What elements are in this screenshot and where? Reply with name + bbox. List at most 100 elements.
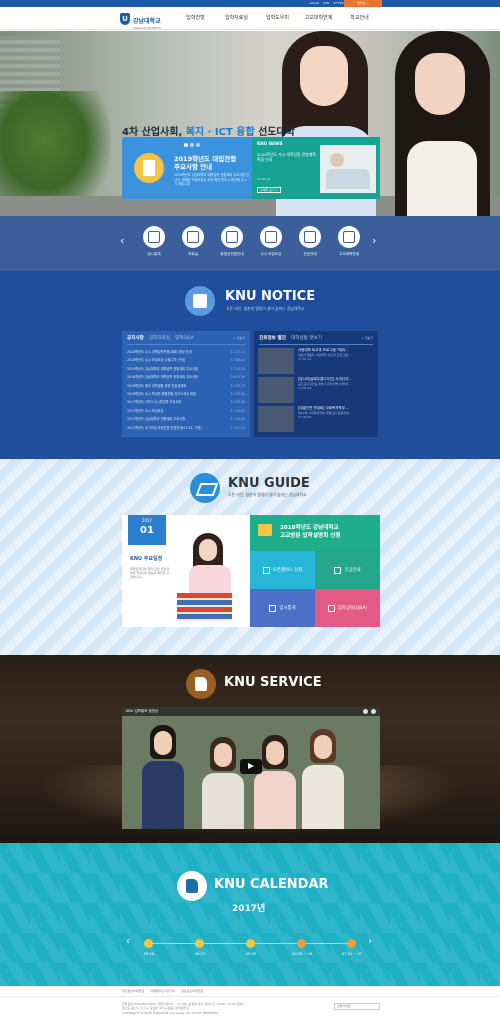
promo-video-player[interactable]: KNU 입학홍보 동영상 (122, 707, 380, 829)
tab-career-info[interactable]: 진로정보 별진 (259, 335, 286, 341)
clock-icon[interactable] (363, 709, 368, 714)
chat-icon (327, 604, 335, 612)
quick-item-video-guide[interactable]: 동영상전형안내 (218, 226, 246, 257)
gallery-more-link[interactable]: + 더보기 (361, 336, 373, 340)
notice-panel: 공지사항 입학자료실 입학Q&A + 더보기 2018학년도 수시 대학입학전형… (122, 331, 250, 437)
university-logo[interactable]: U 강남대학교 KANGNAM UNIVERSITY (120, 12, 162, 30)
related-sites-select[interactable]: 관련사이트 (334, 1003, 380, 1010)
list-item[interactable]: 2017학년도 2학기 수시편입학 모집요강 17.05.08 (127, 398, 245, 406)
news-more-button[interactable]: 자세히 보기 > (257, 187, 281, 193)
admission-slide-card[interactable]: 2019학년도 대입전형 주요사항 안내 2019학년도 강남대학교 대학입학 … (122, 137, 252, 199)
timeline-dot[interactable] (297, 939, 306, 948)
slide-pagination[interactable] (184, 143, 200, 147)
quick-next-arrow-icon[interactable]: › (372, 234, 376, 247)
list-item[interactable]: 2018학년도 강남대학교 대학입학 전형계획 주요사항 16.04.29 (127, 373, 245, 381)
notice-title: 2017학년도 2학기 수시편입학 모집요강 (127, 400, 182, 405)
schedule-description: 대학입학관의 입학 관련 전형 일정과 학부(과) 정보를 확인할 수 있습니다… (130, 567, 170, 580)
footer-link-video-policy[interactable]: 영상정보처리방침 (181, 989, 203, 993)
gallery-title: 사랑대학 비교과 프로그램 "예비... (298, 348, 349, 352)
envelope-icon (258, 524, 272, 536)
list-item[interactable]: 2018학년도 수시 모집요강 수정(2차) 안내 17.06.01 (127, 356, 245, 364)
play-button-icon[interactable] (240, 759, 262, 774)
slide-description: 2019학년도 강남대학교 대학입학 전형계획 주요사항 입니다. 정확한 모집… (174, 173, 249, 186)
list-item[interactable]: 사랑대학 비교과 프로그램 "예비... 새로가게됐다 사랑대학 비교과 프로그램… (258, 348, 374, 376)
quick-item-statistics[interactable]: 입시통계 (140, 226, 168, 257)
notice-date: 17.01.20 (230, 425, 245, 430)
menu-item-admission-type[interactable]: 입학전형 (175, 7, 216, 30)
calendar-prev-arrow-icon[interactable]: ‹ (126, 936, 130, 947)
notice-title: 2017학년도 수시 모집요강 (127, 408, 164, 413)
list-item[interactable]: 2018학년도 수시 학생부 종합전형 자기소개서 제출 17.03.02 (127, 390, 245, 398)
quick-item-highschool-link[interactable]: 고교대학연계 (335, 226, 363, 257)
guide-section: KNU GUIDE 푸른 비전, 청춘의 열정이 살아 숨쉬는 강남대학교 20… (0, 459, 500, 655)
calendar-date-badge: 2017 01 (128, 515, 166, 545)
school-visit-apply-card[interactable]: 2018학년도 강남대학교 고교방문 입학설명회 신청 (250, 515, 380, 551)
list-item[interactable]: [당나라]설레주얼디자인] 사각디자... 공모교디자인팀 정해 디자인학부 미술… (258, 377, 374, 405)
tab-campus-life[interactable]: 대학생활 엿보기 (291, 335, 322, 341)
footer-link-privacy[interactable]: 개인정보처리방침 (122, 989, 144, 993)
admission-home-button[interactable]: 입학홈 > (344, 0, 382, 7)
notice-title: 2018학년도 수시 학생부 종합전형 자기소개서 제출 (127, 391, 196, 396)
gallery-date: 17.06.29 (298, 386, 312, 390)
menu-item-resources[interactable]: 입학자료실 (216, 7, 257, 30)
quick-item-guidelines[interactable]: 수시 모집요강 (257, 226, 285, 257)
list-item[interactable]: 2018학년도 수시 대학입학전형(계획) 확정 안내 17.07.14 (127, 348, 245, 356)
gallery-panel: 진로정보 별진 대학생활 엿보기 + 더보기 사랑대학 비교과 프로그램 "예비… (254, 331, 378, 437)
quick-item-label: 동영상전형안내 (220, 252, 244, 256)
video-person (254, 735, 296, 829)
calendar-next-arrow-icon[interactable]: › (368, 936, 372, 947)
quick-item-label: 수시 모집요강 (260, 252, 282, 256)
gallery-date: 17.07.14 (298, 357, 312, 361)
menu-item-about[interactable]: 학교안내 (339, 7, 380, 30)
quick-item-resources[interactable]: 자료실 (179, 226, 207, 257)
building-icon (269, 604, 277, 612)
notice-more-link[interactable]: + 더보기 (233, 336, 245, 340)
quick-item-label: 자료실 (188, 252, 198, 256)
video-person (142, 725, 184, 829)
timeline-dot[interactable] (347, 939, 356, 948)
tab-resources[interactable]: 입학자료실 (149, 335, 170, 341)
quick-item-majors[interactable]: 전공안내 (296, 226, 324, 257)
admission-stats-button[interactable]: 입시통계 (250, 589, 315, 627)
list-item[interactable]: 2017학년도 추가모집 모집인원 변경안내(01.24, 기준) 17.01.2… (127, 424, 245, 432)
list-item[interactable]: 2017학년도 강남대학교 전형계획 주요사항 17.03.31 (127, 415, 245, 423)
major-guide-button[interactable]: 전공안내 (315, 551, 380, 589)
calendar-section-title: KNU CALENDAR (214, 877, 329, 892)
thumbs-up-icon (177, 871, 207, 901)
monitor-icon (262, 566, 270, 574)
news-title: 2018학년도 수시 대학입학 전형계획 확정 안내 (257, 152, 316, 162)
hero-student-photo-right (385, 31, 500, 216)
schedule-title: KNU 주요일정 (130, 556, 163, 562)
schedule-card[interactable]: 2017 01 KNU 주요일정 대학입학관의 입학 관련 전형 일정과 학부(… (122, 515, 250, 627)
list-item[interactable]: [대결선전 연대회] 사회복지학부 ... 제27회 사회복지학부 대결선전 종료… (258, 406, 374, 434)
footer-link-email-refusal[interactable]: 이메일무단수집거부 (150, 989, 175, 993)
global-navigation: U 강남대학교 KANGNAM UNIVERSITY 입학전형 입학자료실 입학… (0, 7, 500, 30)
tab-notice[interactable]: 공지사항 (127, 335, 144, 341)
share-icon[interactable] (371, 709, 376, 714)
list-item[interactable]: 2017학년도 수시 모집요강 17.03.02 (127, 407, 245, 415)
tab-qna[interactable]: 입학Q&A (175, 335, 194, 341)
list-item[interactable]: 2019학년도 강남대학교 대학입학 전형계획 주요사항 17.04.29 (127, 365, 245, 373)
open-campus-button[interactable]: 오픈캠퍼스 신청 (250, 551, 315, 589)
logo-emblem-icon: U (120, 13, 130, 25)
video-title-bar: KNU 입학홍보 동영상 (122, 707, 380, 716)
gallery-title: [대결선전 연대회] 사회복지학부 ... (298, 406, 350, 410)
util-link-join[interactable]: JOIN (323, 0, 329, 7)
timeline-dot[interactable] (144, 939, 153, 948)
quick-prev-arrow-icon[interactable]: ‹ (120, 234, 124, 247)
gallery-thumbnail (258, 377, 294, 403)
notice-title: 2018학년도 수시 모집요강 수정(2차) 안내 (127, 358, 185, 363)
util-link-login[interactable]: LOGIN (309, 0, 318, 7)
list-item[interactable]: 2018학년도 예비 대학생을 위한 전공설명회 17.03.27 (127, 382, 245, 390)
timeline-dot[interactable] (246, 939, 255, 948)
notice-title: 2019학년도 강남대학교 대학입학 전형계획 주요사항 (127, 366, 198, 371)
video-title: KNU 입학홍보 동영상 (126, 709, 159, 713)
menu-item-highschool-link[interactable]: 고교대학연계 (298, 7, 339, 30)
gallery-thumbnail (258, 348, 294, 374)
notice-board-icon (185, 286, 215, 316)
notice-section-subtitle: 푸른 비전, 청춘의 열정이 살아 숨쉬는 강남대학교 (226, 306, 305, 311)
knu-news-card[interactable]: KNU NEWS 2018학년도 수시 대학입학 전형계획 확정 안내 17.0… (252, 137, 380, 199)
admission-qna-button[interactable]: 입학상담(Q&A) (315, 589, 380, 627)
timeline-dot[interactable] (195, 939, 204, 948)
menu-item-helper[interactable]: 입학도우미 (257, 7, 298, 30)
